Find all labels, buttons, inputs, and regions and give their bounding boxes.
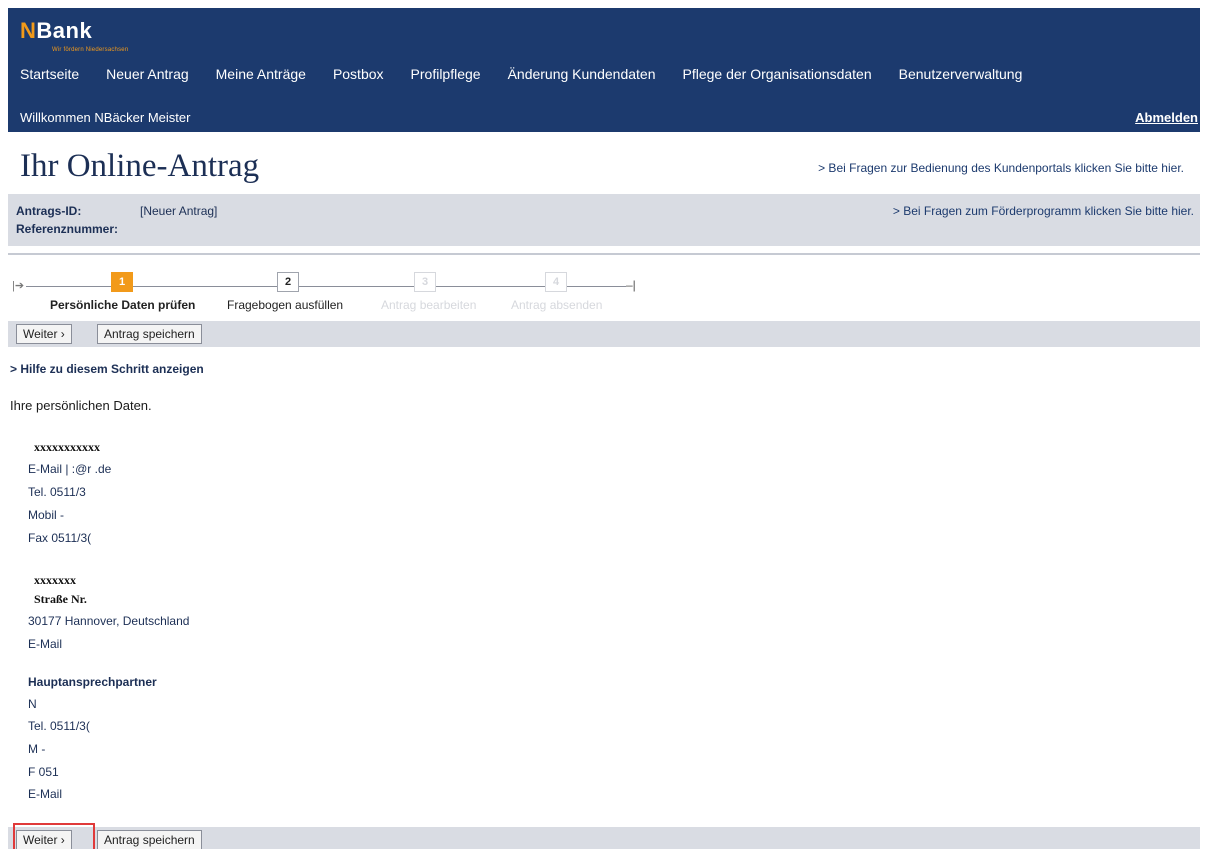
person-tel: Tel. 0511/3	[28, 485, 86, 499]
nav-postbox[interactable]: Postbox	[333, 66, 384, 82]
antrags-id-value: [Neuer Antrag]	[140, 204, 218, 218]
contact-email: E-Mail	[28, 787, 63, 801]
step-2-label: Fragebogen ausfüllen	[227, 298, 344, 312]
organisation-city: 30177 Hannover, Deutschland	[28, 614, 190, 628]
step-1-label: Persönliche Daten prüfen	[50, 298, 196, 312]
application-info-bar: Antrags-ID: [Neuer Antrag] Referenznumme…	[8, 194, 1200, 246]
referenznummer-label: Referenznummer:	[16, 222, 119, 236]
divider	[8, 253, 1200, 255]
nbank-logo[interactable]: NBank	[20, 18, 92, 44]
contact-name: N	[28, 697, 37, 711]
nav-aenderung-kundendaten[interactable]: Änderung Kundendaten	[508, 66, 656, 82]
top-header: NBank Wir fördern Niedersachsen Startsei…	[8, 8, 1200, 132]
organisation-street: Straße Nr.	[34, 592, 87, 606]
organisation-name: xxxxxxx	[34, 573, 76, 587]
main-nav: Startseite Neuer Antrag Meine Anträge Po…	[20, 66, 1022, 82]
progress-steps: |➔ 1 Persönliche Daten prüfen 2 Fragebog…	[8, 266, 708, 316]
nav-pflege-organisationsdaten[interactable]: Pflege der Organisationsdaten	[683, 66, 872, 82]
step-3-label: Antrag bearbeiten	[381, 298, 477, 312]
welcome-text: Willkommen NBäcker Meister	[20, 110, 191, 125]
step-4-box: 4	[545, 272, 567, 292]
step-1-box: 1	[111, 272, 133, 292]
toolbar-bottom: Weiter › Antrag speichern	[8, 823, 1200, 849]
step-2-box: 2	[277, 272, 299, 292]
nav-meine-antraege[interactable]: Meine Anträge	[216, 66, 306, 82]
weiter-button-bottom[interactable]: Weiter ›	[16, 830, 72, 849]
step-3-box: 3	[414, 272, 436, 292]
step-4-label: Antrag absenden	[511, 298, 603, 312]
antrags-id-label: Antrags-ID:	[16, 204, 82, 218]
logo-rest: Bank	[36, 18, 93, 43]
toolbar-top: Weiter › Antrag speichern	[8, 321, 1200, 347]
person-mobil: Mobil -	[28, 508, 65, 522]
help-program-link[interactable]: > Bei Fragen zum Förderprogramm klicken …	[893, 204, 1194, 218]
organisation-email: E-Mail	[28, 637, 63, 651]
nav-startseite[interactable]: Startseite	[20, 66, 79, 82]
person-name: xxxxxxxxxxx	[34, 440, 100, 454]
contact-fax: F 051	[28, 765, 59, 779]
step-start-icon: |➔	[12, 280, 25, 292]
person-email: E-Mail | :@r .de	[28, 462, 112, 476]
contact-tel: Tel. 0511/3(	[28, 719, 90, 733]
page-title: Ihr Online-Antrag	[20, 148, 260, 184]
nav-neuer-antrag[interactable]: Neuer Antrag	[106, 66, 189, 82]
nav-benutzerverwaltung[interactable]: Benutzerverwaltung	[899, 66, 1023, 82]
intro-text: Ihre persönlichen Daten.	[10, 398, 152, 413]
save-button-bottom[interactable]: Antrag speichern	[97, 830, 202, 849]
save-button-top[interactable]: Antrag speichern	[97, 324, 202, 344]
weiter-button-top[interactable]: Weiter ›	[16, 324, 72, 344]
logo-tagline: Wir fördern Niedersachsen	[52, 47, 129, 53]
contact-heading: Hauptansprechpartner	[28, 675, 157, 689]
contact-mobil: M -	[28, 742, 46, 756]
logout-link[interactable]: Abmelden	[1135, 110, 1198, 125]
step-end-icon: –|	[626, 278, 636, 292]
help-step-link[interactable]: > Hilfe zu diesem Schritt anzeigen	[10, 362, 204, 376]
person-fax: Fax 0511/3(	[28, 531, 92, 545]
nav-profilpflege[interactable]: Profilpflege	[411, 66, 481, 82]
help-portal-link[interactable]: > Bei Fragen zur Bedienung des Kundenpor…	[818, 161, 1184, 175]
